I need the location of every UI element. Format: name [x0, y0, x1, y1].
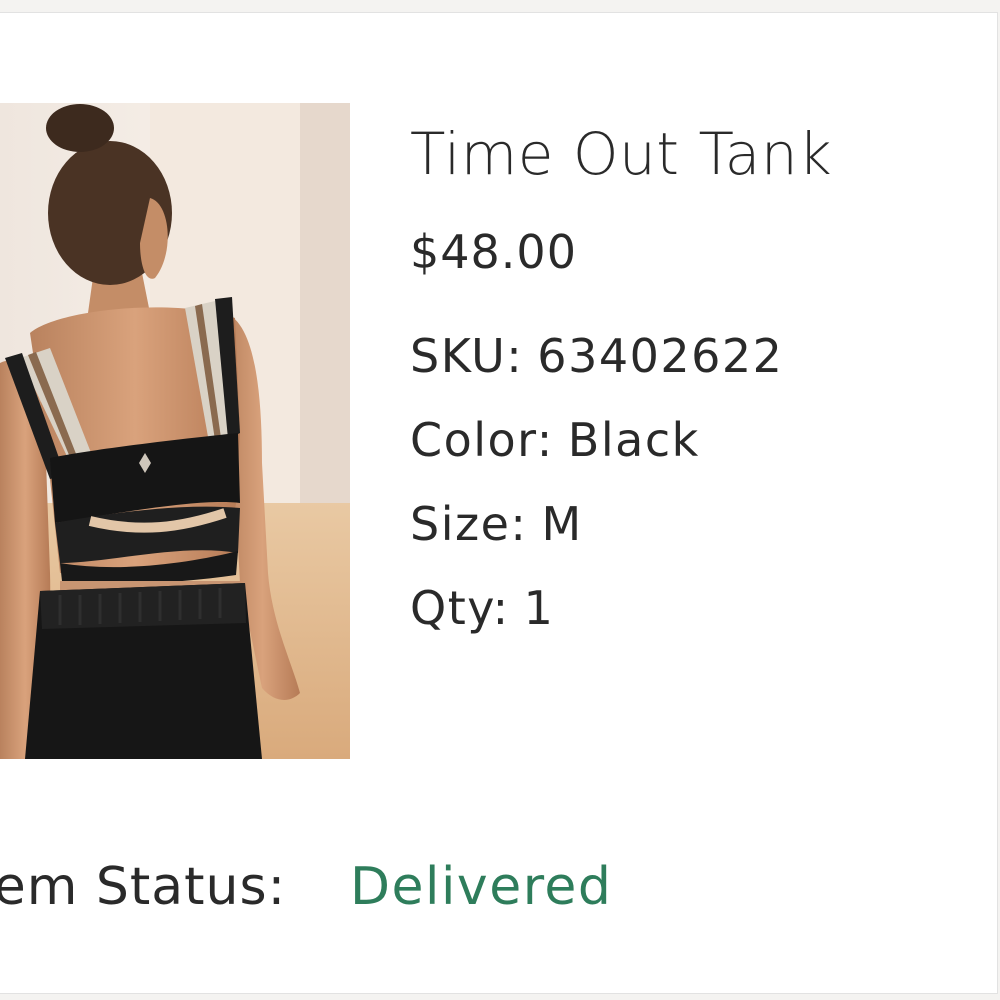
color-label: Color:	[410, 413, 554, 467]
color-row: Color: Black	[410, 417, 990, 463]
product-image[interactable]	[0, 103, 350, 759]
item-status-row: Item Status: Delivered	[0, 861, 611, 913]
product-title[interactable]: Time Out Tank	[410, 125, 990, 183]
item-status-value: Delivered	[350, 857, 613, 917]
item-status-label: Item Status:	[0, 857, 287, 917]
sku-value: 63402622	[537, 329, 784, 383]
product-price: $48.00	[410, 225, 577, 279]
sku-label: SKU:	[410, 329, 524, 383]
qty-label: Qty:	[410, 581, 510, 635]
color-value: Black	[567, 413, 700, 467]
product-details: Time Out Tank $48.00 SKU: 63402622 Color:…	[410, 113, 990, 631]
product-photo-icon	[0, 103, 350, 759]
size-label: Size:	[410, 497, 528, 551]
size-value: M	[541, 497, 583, 551]
qty-value: 1	[523, 581, 555, 635]
size-row: Size: M	[410, 501, 990, 547]
qty-row: Qty: 1	[410, 585, 990, 631]
sku-row: SKU: 63402622	[410, 333, 990, 379]
order-item-card: Time Out Tank $48.00 SKU: 63402622 Color:…	[0, 12, 998, 994]
